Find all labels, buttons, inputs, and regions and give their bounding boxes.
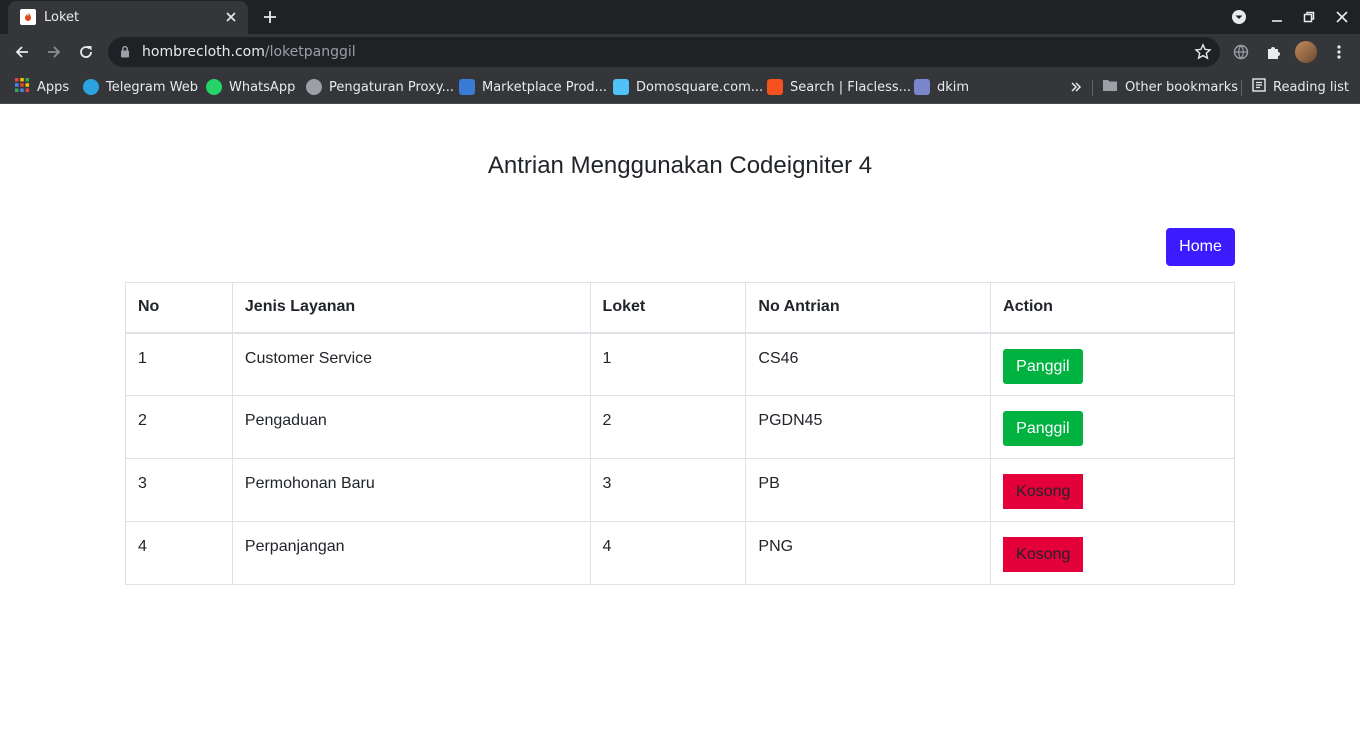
bookmark-flacless[interactable]: Search | Flacless... [767,77,911,97]
home-button[interactable]: Home [1166,228,1235,266]
column-header-no: No [125,282,233,334]
translate-globe-icon[interactable] [1230,41,1252,63]
cell-service: Permohonan Baru [231,458,591,522]
bookmark-divider [1241,80,1242,96]
bookmark-whatsapp[interactable]: WhatsApp [206,77,295,97]
column-header-action: Action [990,282,1235,334]
call-button[interactable]: Panggil [1003,348,1083,384]
whatsapp-icon [206,79,222,95]
column-header-service: Jenis Layanan [231,282,591,334]
tab-search-icon[interactable] [1227,5,1251,29]
cell-counter: 1 [589,332,747,396]
bookmark-proxy[interactable]: Pengaturan Proxy... [306,77,454,97]
cell-action: Panggil [990,332,1235,396]
extensions-puzzle-icon[interactable] [1263,41,1285,63]
dkim-icon [914,79,930,95]
column-header-counter: Loket [589,282,747,334]
cell-service: Customer Service [231,332,591,396]
bookmark-domosquare[interactable]: Domosquare.com... [613,77,763,97]
cell-counter: 4 [589,521,747,585]
more-bookmarks-chevron-icon[interactable] [1070,77,1082,97]
table-row: 3 Permohonan Baru 3 PB Kosong [125,458,1235,522]
telegram-icon [83,79,99,95]
bookmark-label: Pengaturan Proxy... [329,79,455,95]
flame-favicon-icon [20,9,36,25]
empty-button[interactable]: Kosong [1003,474,1084,509]
restore-icon[interactable] [1297,5,1321,29]
bookmark-label: Apps [37,79,70,95]
bookmark-dkim[interactable]: dkim [914,77,969,97]
cell-no: 4 [125,521,233,585]
tab-title: Loket [44,10,80,25]
proxy-settings-icon [306,79,322,95]
address-bar[interactable]: hombrecloth.com/loketpanggil [108,37,1220,67]
new-tab-icon[interactable] [258,5,282,29]
chrome-menu-icon[interactable] [1328,41,1350,63]
cell-queue-number: PB [745,458,992,522]
url-text[interactable]: hombrecloth.com/loketpanggil [142,44,356,60]
bookmark-telegram[interactable]: Telegram Web [83,77,198,97]
browser-tab[interactable]: Loket [8,1,248,34]
bookmark-other[interactable]: Other bookmarks [1102,77,1238,97]
bookmark-label: WhatsApp [229,79,296,95]
cell-counter: 2 [589,395,747,459]
bookmark-apps[interactable]: Apps [14,77,69,97]
cell-service: Pengaduan [231,395,591,459]
cell-service: Perpanjangan [231,521,591,585]
cell-queue-number: CS46 [745,332,992,396]
bookmark-star-icon[interactable] [1194,43,1212,66]
url-path: /loketpanggil [264,44,356,60]
reading-list[interactable]: Reading list [1252,77,1349,97]
table-row: 4 Perpanjangan 4 PNG Kosong [125,521,1235,585]
close-tab-icon[interactable] [222,8,240,26]
url-host: hombrecloth.com [142,44,265,60]
cell-no: 2 [125,395,233,459]
lock-icon [120,45,130,63]
table-header-row: No Jenis Layanan Loket No Antrian Action [125,282,1235,334]
cell-action: Panggil [990,395,1235,459]
forward-arrow-icon[interactable] [40,38,68,66]
column-header-queue-number: No Antrian [745,282,992,334]
other-bookmarks-label: Other bookmarks [1125,79,1239,95]
cell-queue-number: PNG [745,521,992,585]
bookmark-label: Domosquare.com... [636,79,764,95]
browser-toolbar: hombrecloth.com/loketpanggil [0,34,1360,70]
reading-list-icon [1252,78,1266,96]
domosquare-icon [613,79,629,95]
bookmark-divider [1092,80,1093,96]
marketplace-icon [459,79,475,95]
page-title: Antrian Menggunakan Codeigniter 4 [487,152,873,179]
folder-icon [1102,78,1118,96]
table-row: 1 Customer Service 1 CS46 Panggil [125,332,1235,396]
bookmark-label: dkim [937,79,970,95]
bookmarks-bar: Apps Telegram Web WhatsApp Pengaturan Pr… [0,70,1360,104]
back-arrow-icon[interactable] [8,38,36,66]
reload-icon[interactable] [72,38,100,66]
bookmark-label: Search | Flacless... [790,79,912,95]
apps-grid-icon [14,77,30,97]
cell-no: 1 [125,332,233,396]
cell-action: Kosong [990,458,1235,522]
reading-list-label: Reading list [1273,79,1349,95]
tab-strip: Loket [0,0,1360,34]
table-row: 2 Pengaduan 2 PGDN45 Panggil [125,395,1235,459]
flacless-icon [767,79,783,95]
profile-avatar[interactable] [1295,41,1317,63]
bookmark-label: Marketplace Prod... [482,79,608,95]
call-button[interactable]: Panggil [1003,411,1083,446]
cell-counter: 3 [589,458,747,522]
minimize-icon[interactable] [1265,5,1289,29]
bookmark-label: Telegram Web [106,79,199,95]
cell-queue-number: PGDN45 [745,395,992,459]
cell-no: 3 [125,458,233,522]
bookmark-marketplace[interactable]: Marketplace Prod... [459,77,607,97]
queue-table: No Jenis Layanan Loket No Antrian Action… [125,282,1235,585]
cell-action: Kosong [990,521,1235,585]
page-content: Antrian Menggunakan Codeigniter 4 Home N… [0,104,1360,741]
close-window-icon[interactable] [1330,5,1354,29]
empty-button[interactable]: Kosong [1003,537,1084,572]
